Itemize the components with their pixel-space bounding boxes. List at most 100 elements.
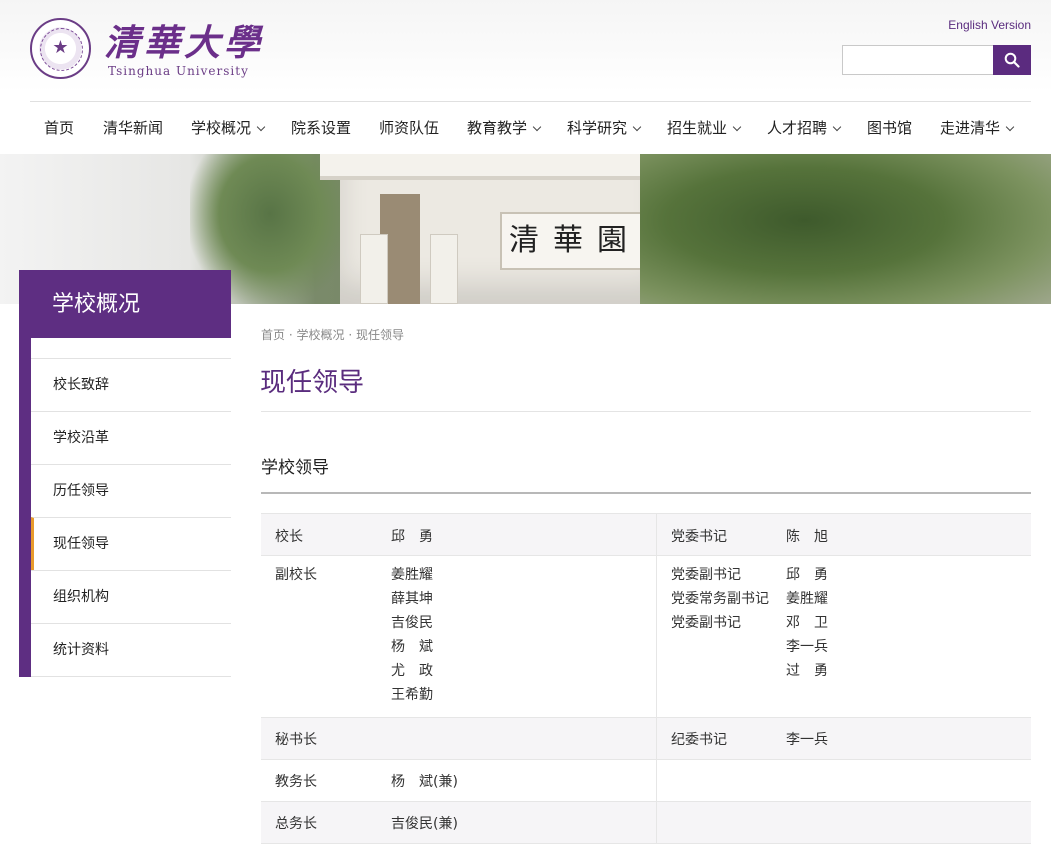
chevron-down-icon [256, 122, 266, 132]
chevron-down-icon [532, 122, 542, 132]
leader-name: 邱 勇 [391, 529, 433, 545]
search-box [842, 45, 1031, 75]
table-cell: 纪委书记 李一兵 [657, 718, 1031, 759]
chevron-down-icon [1005, 122, 1015, 132]
main-nav: 首页 清华新闻 学校概况 院系设置 师资队伍 教育教学 科学研究 招生就业 人才… [30, 102, 1031, 154]
table-row: 总务长 吉俊民(兼) [261, 802, 1031, 844]
search-button[interactable] [993, 45, 1031, 75]
sidebar-item-statistics[interactable]: 统计资料 [31, 623, 231, 676]
table-cell: 校长 邱 勇 [261, 514, 657, 555]
nav-item-news[interactable]: 清华新闻 [103, 102, 163, 154]
nav-item-faculty[interactable]: 师资队伍 [379, 102, 439, 154]
logo-english-name: Tsinghua University [108, 64, 249, 78]
title-divider [261, 411, 1031, 412]
site-header: 清華大學 Tsinghua University English Version… [0, 0, 1051, 154]
nav-item-jobs[interactable]: 人才招聘 [767, 102, 842, 154]
banner-gate-plaque: 清華園 [500, 212, 650, 270]
leader-name: 姜胜耀 [391, 567, 433, 583]
table-row: 教务长 杨 斌(兼) [261, 760, 1031, 802]
table-cell [657, 760, 1031, 801]
chevron-down-icon [632, 122, 642, 132]
nav-item-education[interactable]: 教育教学 [467, 102, 542, 154]
table-row: 秘书长 纪委书记 李一兵 [261, 718, 1031, 760]
sidebar-title: 学校概况 [19, 270, 231, 338]
tsinghua-logo[interactable]: 清華大學 Tsinghua University [30, 18, 260, 80]
leader-name: 吉俊民(兼) [391, 816, 458, 832]
leader-name-list: 姜胜耀 薛其坤 吉俊民 杨 斌 尤 政 王希勤 [391, 563, 433, 707]
sidebar-item-history[interactable]: 学校沿革 [31, 411, 231, 464]
nav-item-visit[interactable]: 走进清华 [940, 102, 1015, 154]
nav-item-schools[interactable]: 院系设置 [291, 102, 351, 154]
banner-gate-pillar [360, 234, 388, 304]
role-label: 教务长 [275, 774, 317, 790]
leader-name: 邱 勇 [786, 567, 828, 583]
section-sidebar: 学校概况 校长致辞 学校沿革 历任领导 现任领导 组织机构 统计资料 [19, 270, 231, 677]
breadcrumb-home[interactable]: 首页 [261, 328, 285, 342]
role-label: 党委副书记 [671, 615, 741, 631]
role-label: 总务长 [275, 816, 317, 832]
leader-name: 陈 旭 [786, 529, 828, 545]
leader-name: 李一兵 [786, 732, 828, 748]
leader-name: 李一兵 [786, 639, 828, 655]
breadcrumb-section[interactable]: 学校概况 [297, 328, 345, 342]
table-cell: 总务长 吉俊民(兼) [261, 802, 657, 843]
breadcrumb-current: 现任领导 [356, 328, 405, 342]
leader-name: 姜胜耀 [786, 591, 828, 607]
chevron-down-icon [832, 122, 842, 132]
chevron-down-icon [732, 122, 742, 132]
nav-item-about[interactable]: 学校概况 [191, 102, 266, 154]
leader-name: 杨 斌 [391, 639, 433, 655]
breadcrumb-separator: · [348, 328, 353, 342]
nav-label: 走进清华 [940, 119, 1001, 137]
sidebar-item-current-leaders[interactable]: 现任领导 [31, 517, 231, 570]
role-label: 纪委书记 [671, 732, 727, 748]
nav-item-home[interactable]: 首页 [44, 102, 74, 154]
nav-item-admissions[interactable]: 招生就业 [667, 102, 742, 154]
search-icon [1004, 52, 1020, 68]
nav-label: 院系设置 [291, 119, 352, 137]
leader-name: 薛其坤 [391, 591, 433, 607]
nav-item-research[interactable]: 科学研究 [567, 102, 642, 154]
section-divider [261, 492, 1031, 494]
nav-label: 教育教学 [467, 119, 528, 137]
nav-label: 清华新闻 [103, 119, 164, 137]
sidebar-bottom-rule [31, 676, 231, 677]
banner-trees-right [640, 154, 1051, 304]
banner-gate-pillar [430, 234, 458, 304]
nav-label: 招生就业 [667, 119, 728, 137]
table-cell: 副校长 姜胜耀 薛其坤 吉俊民 杨 斌 尤 政 王希勤 [261, 556, 657, 717]
table-cell: 秘书长 [261, 718, 657, 759]
role-label: 党委副书记 [671, 567, 741, 583]
role-label-list: 党委副书记 党委常务副书记 党委副书记 [671, 563, 769, 635]
nav-label: 师资队伍 [379, 119, 440, 137]
table-cell: 教务长 杨 斌(兼) [261, 760, 657, 801]
table-row: 副校长 姜胜耀 薛其坤 吉俊民 杨 斌 尤 政 王希勤 党委副书记 党委常务副书… [261, 556, 1031, 718]
table-row: 校长 邱 勇 党委书记 陈 旭 [261, 513, 1031, 556]
table-cell [657, 802, 1031, 843]
search-input[interactable] [842, 45, 994, 75]
nav-item-library[interactable]: 图书馆 [867, 102, 912, 154]
leader-name: 王希勤 [391, 687, 433, 703]
leader-name: 邓 卫 [786, 615, 828, 631]
nav-label: 首页 [44, 119, 75, 137]
breadcrumb: 首页 · 学校概况 · 现任领导 [261, 326, 404, 343]
sidebar-accent-bar [19, 338, 31, 677]
nav-label: 人才招聘 [767, 119, 828, 137]
breadcrumb-separator: · [288, 328, 293, 342]
logo-chinese-name: 清華大學 [104, 22, 265, 64]
english-version-link[interactable]: English Version [948, 18, 1031, 32]
role-label: 副校长 [275, 567, 317, 583]
leader-name: 尤 政 [391, 663, 433, 679]
sidebar-item-former-leaders[interactable]: 历任领导 [31, 464, 231, 517]
sidebar-item-president-message[interactable]: 校长致辞 [31, 358, 231, 411]
page-title: 现任领导 [260, 368, 365, 398]
role-label: 党委常务副书记 [671, 591, 769, 607]
nav-label: 图书馆 [867, 119, 913, 137]
role-label: 党委书记 [671, 529, 727, 545]
role-label: 秘书长 [275, 732, 317, 748]
sidebar-item-organization[interactable]: 组织机构 [31, 570, 231, 623]
role-label: 校长 [275, 529, 303, 545]
table-cell: 党委书记 陈 旭 [657, 514, 1031, 555]
leader-name: 吉俊民 [391, 615, 433, 631]
nav-label: 科学研究 [567, 119, 628, 137]
